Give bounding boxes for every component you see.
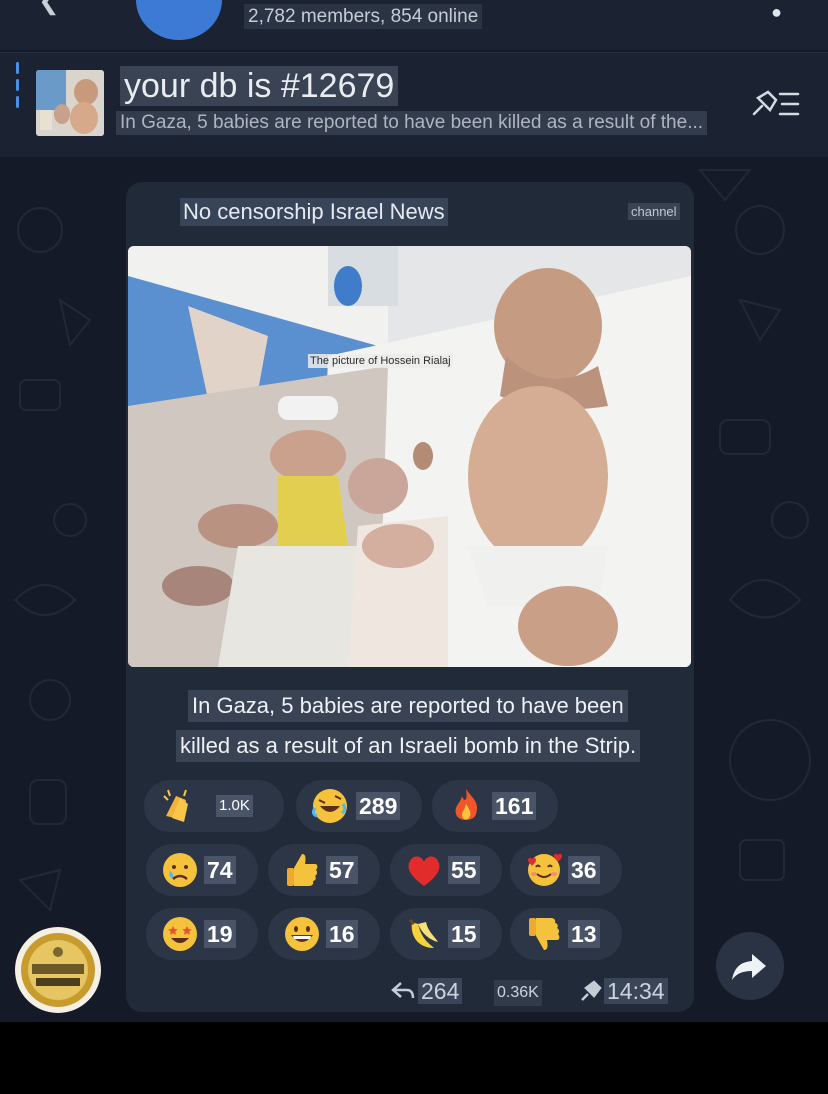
reaction-star-struck[interactable]: 19 xyxy=(146,908,258,960)
reaction-count: 289 xyxy=(356,792,401,820)
replies-icon xyxy=(391,982,415,999)
message-text-line-2: killed as a result of an Israeli bomb in… xyxy=(176,730,641,762)
reaction-banana[interactable]: 15 xyxy=(390,908,502,960)
pinned-pin-icon xyxy=(581,980,602,1001)
reaction-count: 16 xyxy=(326,920,358,948)
reaction-count: 55 xyxy=(448,856,480,884)
bottom-black-bar xyxy=(0,1022,828,1094)
sender-avatar[interactable] xyxy=(14,926,102,1014)
reaction-count: 57 xyxy=(326,856,358,884)
members-count: 2,782 members, 854 online xyxy=(244,4,483,29)
reaction-love-face[interactable]: 36 xyxy=(510,844,622,896)
star-struck-face-icon xyxy=(163,917,197,951)
reaction-clap[interactable]: 1.0K xyxy=(144,780,284,832)
reaction-heart[interactable]: 55 xyxy=(390,844,502,896)
reaction-cry[interactable]: 74 xyxy=(146,844,258,896)
chat-header: ❮ 2,782 members, 854 online ● xyxy=(0,0,828,50)
reaction-thumbs-down[interactable]: 13 xyxy=(510,908,622,960)
reaction-count: 161 xyxy=(492,792,537,820)
reaction-grin[interactable]: 16 xyxy=(268,908,380,960)
reaction-count: 74 xyxy=(204,856,236,884)
thumbs-down-icon xyxy=(529,918,560,950)
banana-icon xyxy=(408,918,438,948)
share-arrow-icon xyxy=(732,954,766,980)
smiling-face-hearts-icon xyxy=(528,853,562,886)
pinned-thumbnail xyxy=(36,70,104,136)
reaction-fire[interactable]: 161 xyxy=(432,780,558,832)
reaction-thumbs-up[interactable]: 57 xyxy=(268,844,380,896)
reaction-laugh[interactable]: 289 xyxy=(296,780,422,832)
message-time: 14:34 xyxy=(604,978,668,1004)
message-text-line-1: In Gaza, 5 babies are reported to have b… xyxy=(188,690,628,722)
sender-name[interactable]: No censorship Israel News xyxy=(180,198,448,226)
crying-face-icon xyxy=(163,853,197,887)
photo-caption: The picture of Hossein Rialaj xyxy=(308,354,453,368)
message-photo[interactable] xyxy=(128,246,691,667)
rolling-laughing-face-icon xyxy=(311,789,347,823)
share-button[interactable] xyxy=(716,932,784,1000)
reaction-count: 1.0K xyxy=(216,795,253,817)
grinning-face-icon xyxy=(285,917,319,951)
more-menu-icon[interactable]: ● xyxy=(771,2,782,23)
group-avatar[interactable] xyxy=(136,0,222,40)
fire-icon xyxy=(455,789,478,820)
pinned-indicator xyxy=(16,62,19,112)
views-count: 0.36K xyxy=(494,980,542,1006)
chat-screen: ❮ 2,782 members, 854 online ● your db is… xyxy=(0,0,828,1022)
reaction-count: 13 xyxy=(568,920,600,948)
reaction-count: 36 xyxy=(568,856,600,884)
channel-badge: channel xyxy=(628,203,680,220)
reaction-count: 15 xyxy=(448,920,480,948)
reaction-count: 19 xyxy=(204,920,236,948)
thumbs-up-icon xyxy=(287,854,318,886)
back-arrow-icon[interactable]: ❮ xyxy=(38,0,68,13)
red-heart-icon xyxy=(408,856,440,886)
pinned-preview: In Gaza, 5 babies are reported to have b… xyxy=(116,111,708,135)
replies-count[interactable]: 264 xyxy=(418,978,463,1004)
clapping-hands-icon xyxy=(163,789,188,822)
pinned-list-icon[interactable] xyxy=(748,88,802,120)
pinned-title: your db is #12679 xyxy=(120,66,399,106)
